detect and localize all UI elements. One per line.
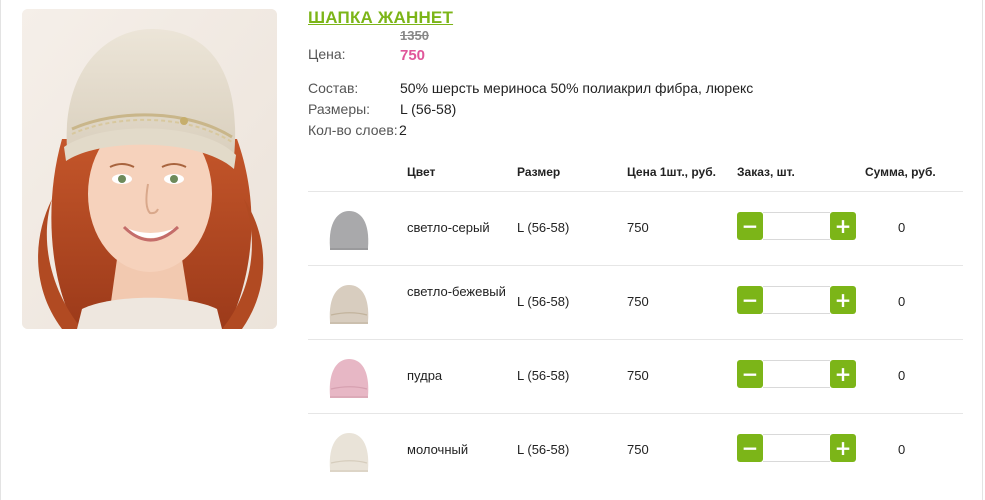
row-size: L (56-58)	[517, 220, 570, 235]
row-color-name: светло-серый	[407, 220, 490, 235]
hat-thumbnail-image	[329, 359, 369, 398]
sizes-label: Размеры:	[308, 101, 371, 117]
increase-quantity-button[interactable]: +	[830, 360, 856, 388]
row-sum: 0	[898, 368, 906, 383]
table-row: светло-серый L (56-58) 750 − + 0	[308, 192, 963, 266]
row-price: 750	[627, 442, 649, 457]
hat-thumbnail-image	[329, 211, 369, 250]
header-size: Размер	[517, 165, 561, 179]
row-sum: 0	[898, 294, 906, 309]
order-table: Цвет Размер Цена 1шт., руб. Заказ, шт. С…	[308, 153, 963, 487]
product-properties: Цена: 1350 750 Состав: 50% шерсть мерино…	[308, 0, 968, 150]
hat-thumbnail-image	[329, 433, 369, 472]
product-photo	[22, 9, 277, 329]
table-row: светло-бежевый L (56-58) 750 − + 0	[308, 266, 963, 340]
row-sum: 0	[898, 220, 906, 235]
quantity-input[interactable]	[763, 286, 830, 314]
quantity-input[interactable]	[763, 360, 830, 388]
row-color-name: молочный	[407, 442, 469, 457]
decrease-quantity-button[interactable]: −	[737, 212, 763, 240]
quantity-stepper: − +	[737, 434, 856, 462]
row-size: L (56-58)	[517, 294, 570, 309]
sizes-value: L (56-58)	[400, 101, 457, 117]
hat-thumbnail-image	[329, 285, 369, 324]
header-price: Цена 1шт., руб.	[627, 165, 716, 179]
row-color-name: пудра	[407, 368, 443, 383]
layers-label: Кол-во слоев:	[308, 122, 398, 138]
composition-value: 50% шерсть мериноса 50% полиакрил фибра,…	[400, 80, 754, 96]
row-sum: 0	[898, 442, 906, 457]
row-color-name: светло-бежевый	[407, 284, 506, 299]
row-price: 750	[627, 220, 649, 235]
quantity-stepper: − +	[737, 360, 856, 388]
quantity-stepper: − +	[737, 212, 856, 240]
decrease-quantity-button[interactable]: −	[737, 434, 763, 462]
table-header: Цвет Размер Цена 1шт., руб. Заказ, шт. С…	[308, 153, 963, 192]
quantity-input[interactable]	[763, 434, 830, 462]
layers-value: 2	[399, 122, 407, 138]
quantity-input[interactable]	[763, 212, 830, 240]
increase-quantity-button[interactable]: +	[830, 286, 856, 314]
quantity-stepper: − +	[737, 286, 856, 314]
row-price: 750	[627, 294, 649, 309]
price-label: Цена:	[308, 46, 346, 62]
table-row: пудра L (56-58) 750 − + 0	[308, 340, 963, 414]
row-price: 750	[627, 368, 649, 383]
decrease-quantity-button[interactable]: −	[737, 286, 763, 314]
header-sum: Сумма, руб.	[865, 165, 936, 179]
row-size: L (56-58)	[517, 368, 570, 383]
model-wearing-hat-image	[22, 9, 277, 329]
header-order: Заказ, шт.	[737, 165, 795, 179]
new-price: 750	[400, 47, 426, 64]
header-color: Цвет	[407, 165, 436, 179]
decrease-quantity-button[interactable]: −	[737, 360, 763, 388]
increase-quantity-button[interactable]: +	[830, 212, 856, 240]
table-row: молочный L (56-58) 750 − + 0	[308, 414, 963, 487]
composition-label: Состав:	[308, 80, 359, 96]
increase-quantity-button[interactable]: +	[830, 434, 856, 462]
row-size: L (56-58)	[517, 442, 570, 457]
old-price: 1350	[400, 28, 429, 43]
